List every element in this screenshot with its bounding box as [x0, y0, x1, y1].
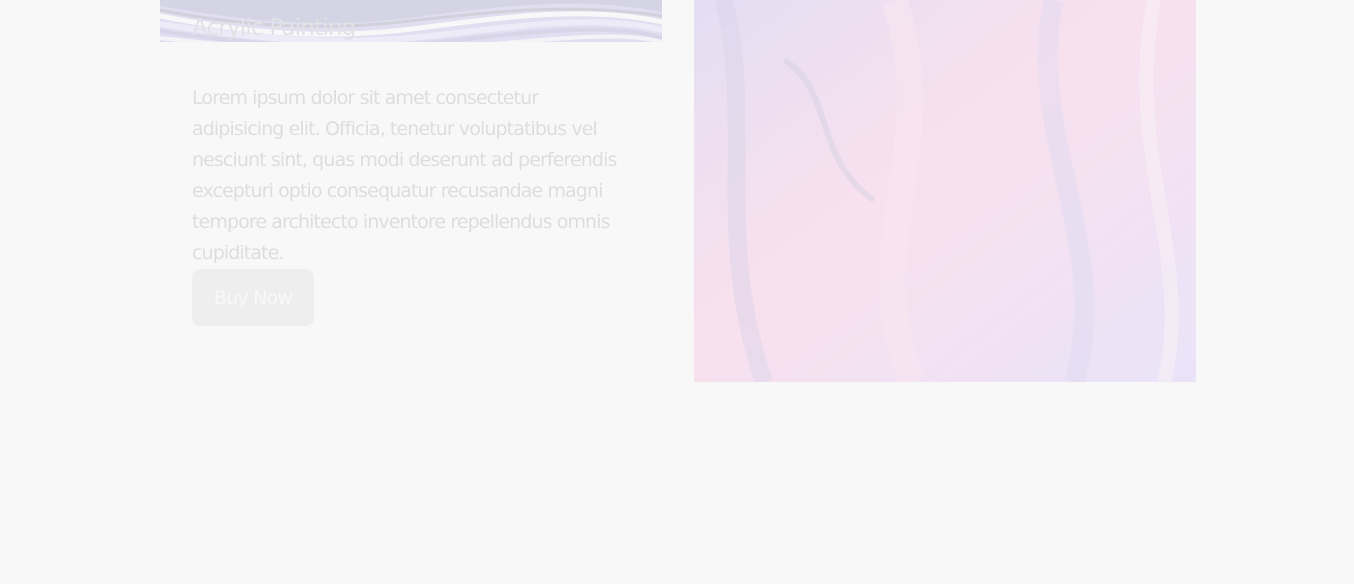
abstract-paint-image	[694, 0, 1196, 382]
buy-now-button[interactable]: Buy Now	[192, 269, 314, 326]
page: Acrylic Painting Lorem ipsum dolor sit a…	[0, 0, 1354, 584]
card-description: Lorem ipsum dolor sit amet consectetur a…	[192, 87, 617, 264]
card-title: Acrylic Painting	[192, 15, 356, 41]
